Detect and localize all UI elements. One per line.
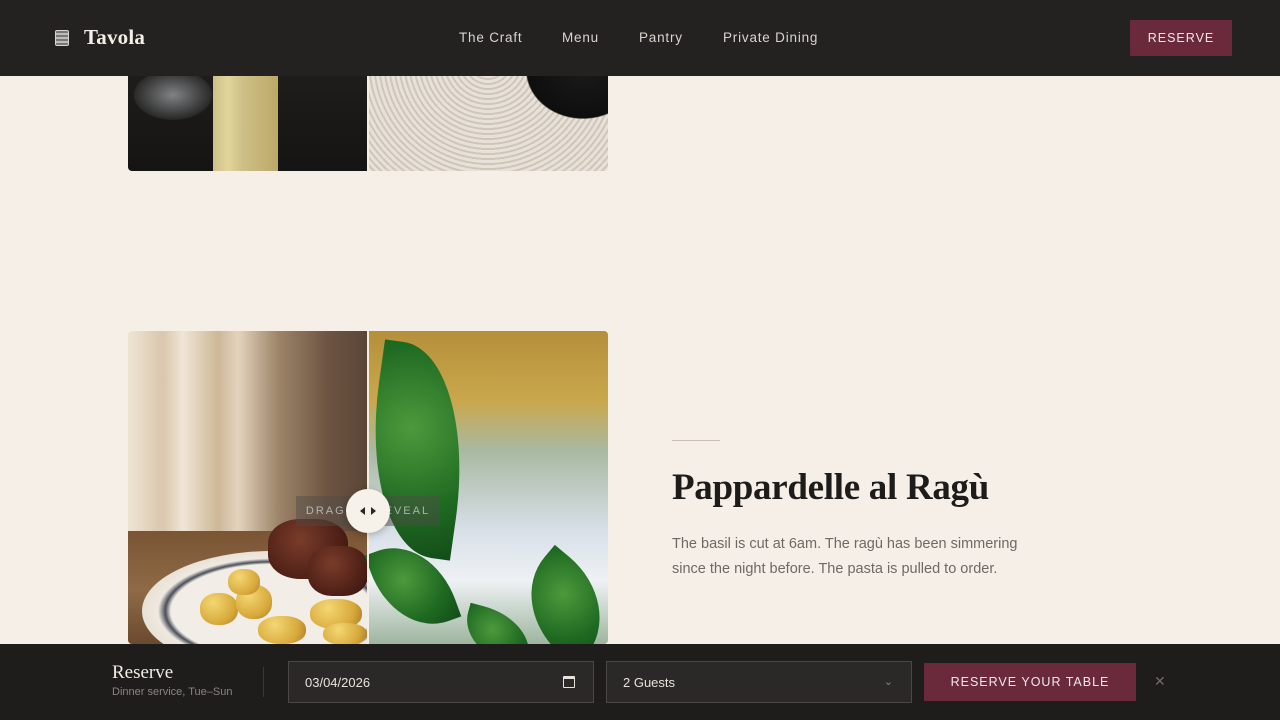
date-input[interactable]: 03/04/2026 <box>288 661 594 703</box>
dish-title: Pappardelle al Ragù <box>672 467 990 508</box>
date-value: 03/04/2026 <box>305 674 371 690</box>
basil-photo <box>355 331 608 644</box>
gnocchi <box>200 593 238 625</box>
compare-divider <box>367 331 369 644</box>
ragu-piece <box>308 546 368 596</box>
reserve-button[interactable]: RESERVE <box>1130 20 1232 56</box>
slider-handle[interactable] <box>346 489 390 533</box>
bar-separator <box>263 667 264 697</box>
finished-dish-photo <box>128 331 402 644</box>
close-icon[interactable]: ✕ <box>1154 673 1166 690</box>
nav-pantry[interactable]: Pantry <box>639 30 683 45</box>
dish-description: The basil is cut at 6am. The ragù has be… <box>672 536 1018 577</box>
nav-private-dining[interactable]: Private Dining <box>723 30 818 45</box>
chevron-down-icon: ⌄ <box>883 676 893 688</box>
gnocchi <box>323 623 367 644</box>
dish-compare-slider[interactable]: DRAG TO REVEAL <box>128 331 608 644</box>
brand-name[interactable]: Tavola <box>84 25 145 50</box>
nav-the-craft[interactable]: The Craft <box>459 30 522 45</box>
guests-select[interactable]: 2 Guests ⌄ <box>606 661 912 703</box>
calendar-icon[interactable] <box>563 676 575 688</box>
gnocchi <box>258 616 306 644</box>
site-header: Tavola The Craft Menu Pantry Private Din… <box>0 0 1280 76</box>
logo-icon <box>55 30 69 46</box>
gnocchi <box>228 569 260 595</box>
reserve-table-button[interactable]: RESERVE YOUR TABLE <box>924 663 1136 701</box>
left-right-arrows-icon <box>360 507 376 515</box>
basil-leaf <box>457 602 539 644</box>
reservation-subtitle: Dinner service, Tue–Sun <box>112 686 233 698</box>
section-rule <box>672 440 720 441</box>
nav-menu[interactable]: Menu <box>562 30 599 45</box>
guests-value: 2 Guests <box>623 674 676 690</box>
reservation-title: Reserve <box>112 662 174 683</box>
